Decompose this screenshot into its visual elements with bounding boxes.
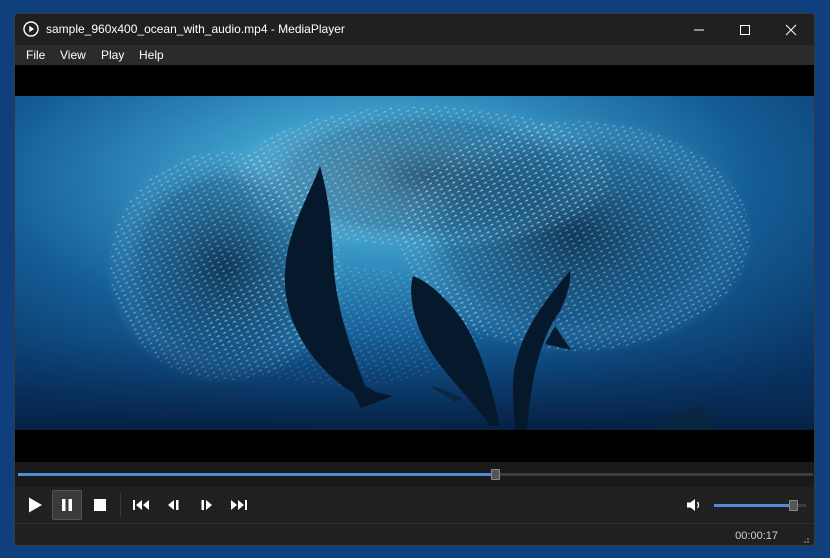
seek-track[interactable] [18,469,813,480]
skip-next-icon [231,500,247,510]
seek-progress-fill [18,473,495,476]
video-image [15,96,814,430]
window-title: sample_960x400_ocean_with_audio.mp4 - Me… [46,22,345,36]
volume-slider[interactable] [714,500,806,511]
menu-bar: File View Play Help [15,45,814,65]
skip-previous-icon [133,500,149,510]
volume-handle[interactable] [789,500,799,511]
step-forward-button[interactable] [192,490,222,520]
skip-next-button[interactable] [224,490,254,520]
volume-fill [714,504,794,507]
volume-icon [687,499,700,511]
seek-bar[interactable] [15,462,814,487]
maximize-button[interactable] [722,14,768,45]
seek-handle[interactable] [491,469,500,480]
step-back-button[interactable] [158,490,188,520]
pause-button[interactable] [52,490,82,520]
mute-button[interactable] [683,493,707,517]
elapsed-time: 00:00:17 [735,530,778,542]
minimize-button[interactable] [676,14,722,45]
status-bar: 00:00:17 [15,523,814,545]
close-icon [785,24,797,35]
playback-controls [15,487,814,523]
step-back-icon [168,500,179,510]
video-frame [15,96,814,430]
title-bar[interactable]: sample_960x400_ocean_with_audio.mp4 - Me… [15,14,814,45]
step-forward-icon [201,500,212,510]
play-circle-icon [23,21,39,37]
stop-icon [94,499,106,511]
stop-button[interactable] [85,490,115,520]
pause-icon [62,499,72,511]
media-player-window: sample_960x400_ocean_with_audio.mp4 - Me… [14,13,815,546]
maximize-icon [740,24,750,35]
video-area[interactable] [15,65,814,462]
skip-previous-button[interactable] [126,490,156,520]
menu-play[interactable]: Play [101,48,124,62]
menu-view[interactable]: View [60,48,86,62]
close-button[interactable] [768,14,814,45]
controls-divider [120,493,121,517]
resize-grip-icon[interactable] [800,534,810,544]
minimize-icon [694,29,704,30]
menu-file[interactable]: File [26,48,45,62]
play-icon [29,497,42,513]
play-button[interactable] [20,490,50,520]
menu-help[interactable]: Help [139,48,164,62]
